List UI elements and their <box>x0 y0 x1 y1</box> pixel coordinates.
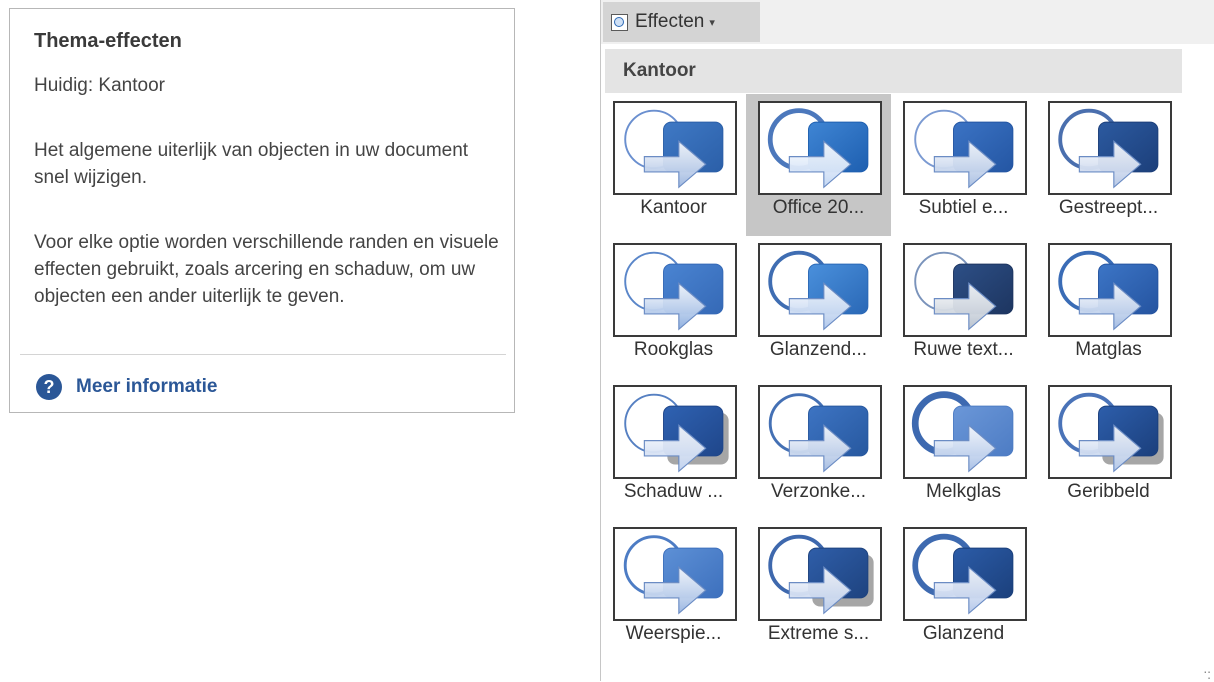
effect-preview-icon <box>758 243 882 337</box>
effect-preview-icon <box>613 101 737 195</box>
effect-option[interactable]: Gestreept... <box>1036 94 1181 236</box>
effect-option-label: Melkglas <box>926 481 1001 502</box>
tooltip-description: Het algemene uiterlijk van objecten in u… <box>34 140 469 188</box>
effect-option-label: Gestreept... <box>1058 197 1159 218</box>
effects-button-label: Effecten <box>635 11 705 32</box>
effect-option[interactable]: Melkglas <box>891 378 1036 520</box>
more-info-link[interactable]: ? Meer informatie <box>36 372 217 402</box>
question-circle-icon: ? <box>36 374 62 400</box>
effect-preview-icon <box>1048 101 1172 195</box>
effect-option[interactable]: Schaduw ... <box>601 378 746 520</box>
effect-option-label: Glanzend... <box>769 339 868 360</box>
theme-effects-tooltip: Thema-effecten Huidig: Kantoor Het algem… <box>9 8 515 413</box>
effect-option-label: Office 20... <box>772 197 865 218</box>
effect-option[interactable]: Subtiel e... <box>891 94 1036 236</box>
effect-preview-icon <box>758 385 882 479</box>
effects-button[interactable]: Effecten ▾ <box>603 2 760 42</box>
effect-option[interactable]: Ruwe text... <box>891 236 1036 378</box>
tooltip-current-value: Huidig: Kantoor <box>34 75 165 96</box>
effect-option-label: Extreme s... <box>767 623 870 644</box>
effect-preview-icon <box>613 527 737 621</box>
more-info-label: Meer informatie <box>76 376 218 397</box>
section-header-kantoor: Kantoor <box>605 49 1182 93</box>
effect-option[interactable]: Verzonke... <box>746 378 891 520</box>
effect-option[interactable]: Kantoor <box>601 94 746 236</box>
effect-option[interactable]: Geribbeld <box>1036 378 1181 520</box>
tooltip-title: Thema-effecten <box>34 30 182 52</box>
effect-option[interactable]: Extreme s... <box>746 520 891 662</box>
effect-option[interactable]: Rookglas <box>601 236 746 378</box>
effect-preview-icon <box>613 243 737 337</box>
effect-option[interactable]: Glanzend... <box>746 236 891 378</box>
effect-option-label: Matglas <box>1075 339 1142 360</box>
effect-preview-icon <box>613 385 737 479</box>
resize-grip-icon[interactable]: . . . <box>1203 661 1211 681</box>
effect-option-label: Kantoor <box>640 197 707 218</box>
effect-preview-icon <box>903 385 1027 479</box>
effect-option-label: Subtiel e... <box>918 197 1009 218</box>
effect-preview-icon <box>903 101 1027 195</box>
effect-option-label: Glanzend <box>922 623 1005 644</box>
effect-preview-icon <box>903 527 1027 621</box>
effect-preview-icon <box>1048 243 1172 337</box>
effect-option-label: Verzonke... <box>770 481 867 502</box>
effect-option[interactable]: Weerspie... <box>601 520 746 662</box>
effect-preview-icon <box>758 101 882 195</box>
effect-option[interactable]: Glanzend <box>891 520 1036 662</box>
effect-preview-icon <box>758 527 882 621</box>
effect-preview-icon <box>1048 385 1172 479</box>
effects-gallery-dropdown: Effecten ▾ Kantoor Kantoor Office 20... Su… <box>600 0 1214 681</box>
chevron-down-icon: ▾ <box>709 16 715 29</box>
ribbon-toolbar: Effecten ▾ <box>601 0 1214 44</box>
effect-option-label: Ruwe text... <box>913 339 1014 360</box>
effect-preview-icon <box>903 243 1027 337</box>
effect-option[interactable]: Office 20... <box>746 94 891 236</box>
tooltip-divider <box>20 354 506 355</box>
effect-option-label: Weerspie... <box>625 623 722 644</box>
effect-option-label: Schaduw ... <box>623 481 724 502</box>
effect-option[interactable]: Matglas <box>1036 236 1181 378</box>
effects-icon <box>611 13 628 31</box>
effect-option-label: Rookglas <box>633 339 714 360</box>
effect-option-label: Geribbeld <box>1067 481 1150 502</box>
tooltip-details: Voor elke optie worden verschillende ran… <box>34 232 499 307</box>
effects-grid: Kantoor Office 20... Subtiel e... Gestreept… <box>601 94 1181 662</box>
